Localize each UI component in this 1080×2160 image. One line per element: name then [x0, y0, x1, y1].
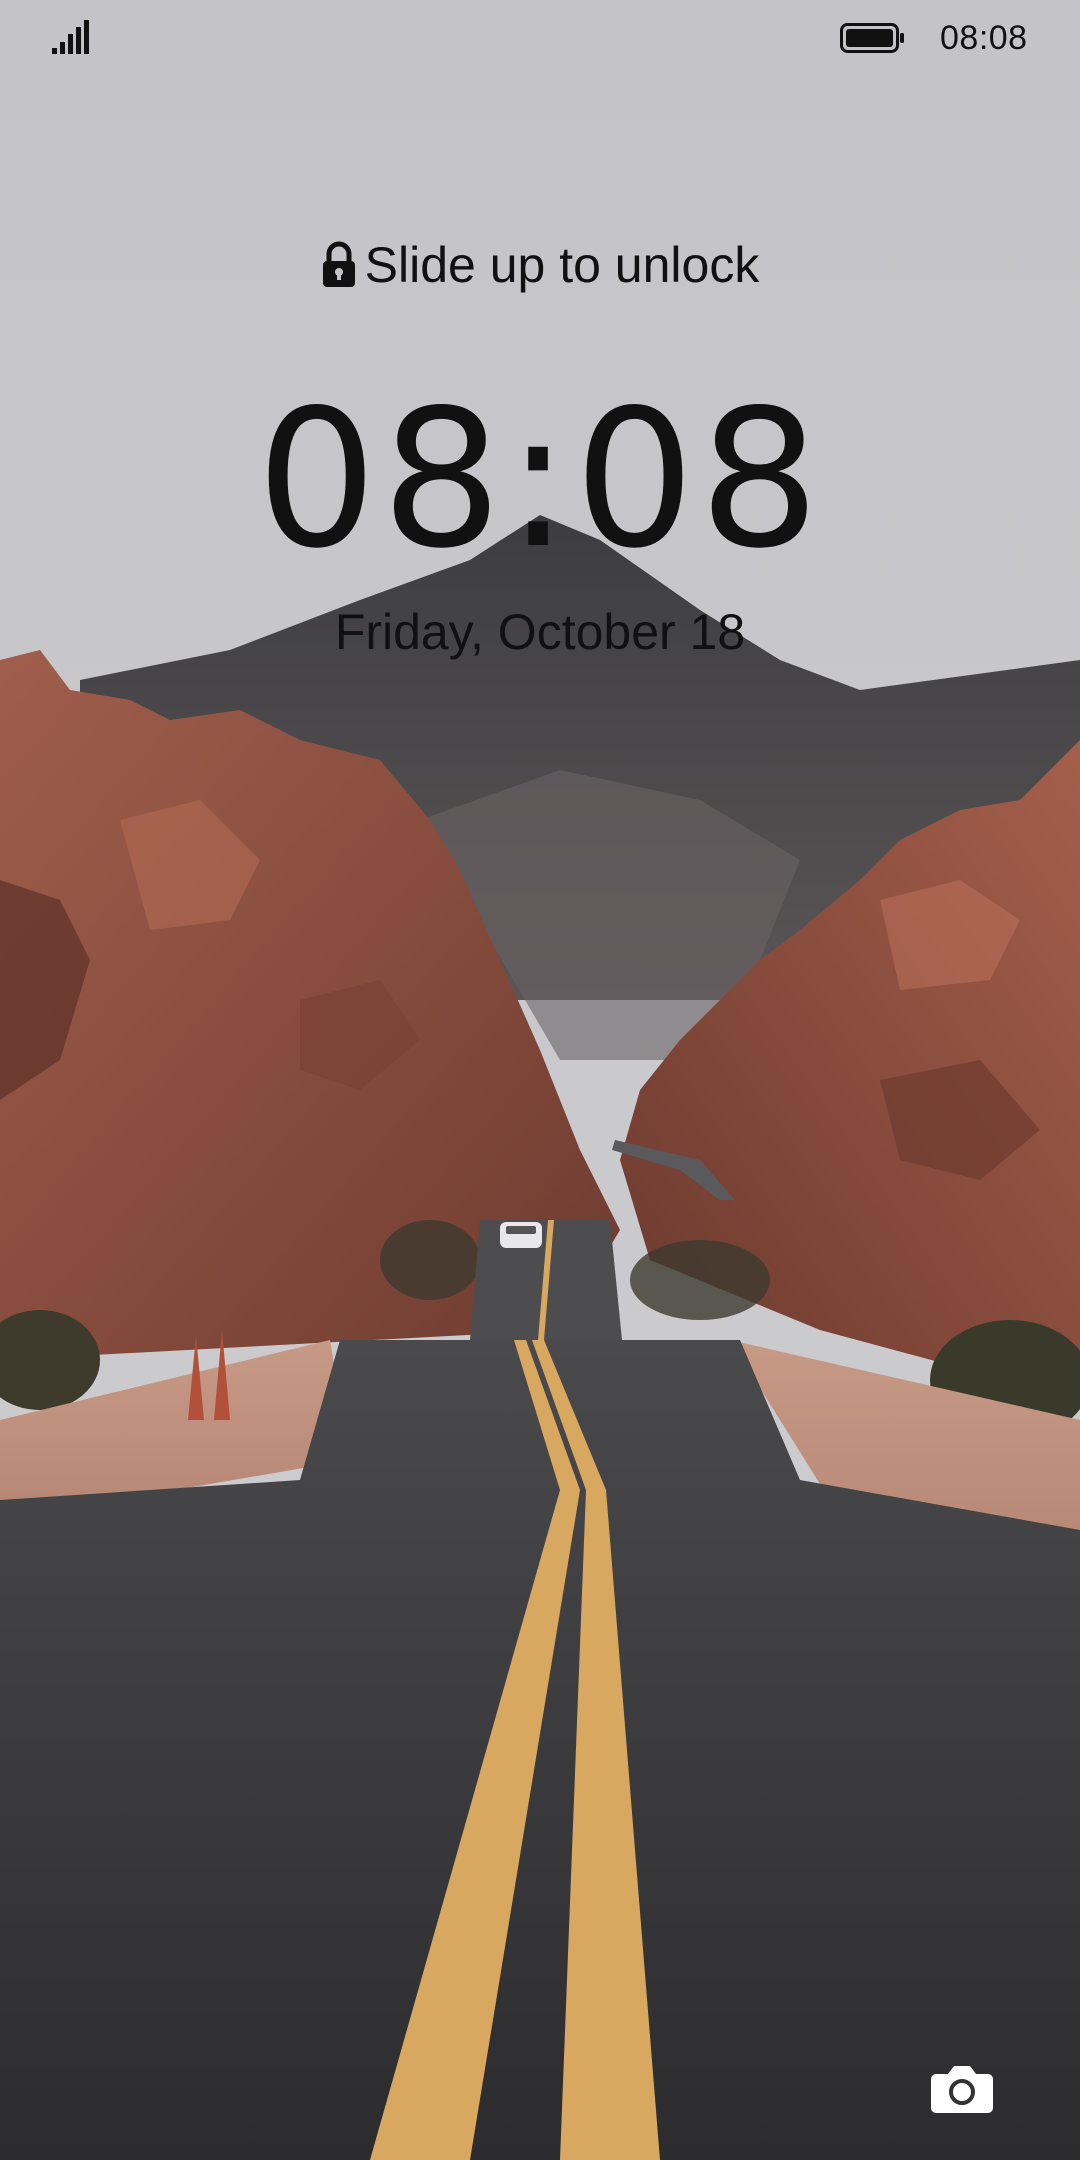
status-time: 08:08	[940, 19, 1028, 57]
battery-full-icon	[840, 23, 904, 53]
unlock-hint-text: Slide up to unlock	[364, 237, 760, 293]
status-bar: 08:08	[0, 0, 1080, 80]
signal-strength-icon	[52, 20, 89, 54]
unlock-hint[interactable]: Slide up to unlock	[0, 230, 1080, 300]
lock-icon	[322, 241, 355, 287]
camera-icon[interactable]	[930, 2062, 994, 2114]
lock-date: Friday, October 18	[334, 604, 746, 660]
lock-clock: 08:08	[256, 369, 824, 590]
wallpaper-image	[0, 0, 1080, 2160]
